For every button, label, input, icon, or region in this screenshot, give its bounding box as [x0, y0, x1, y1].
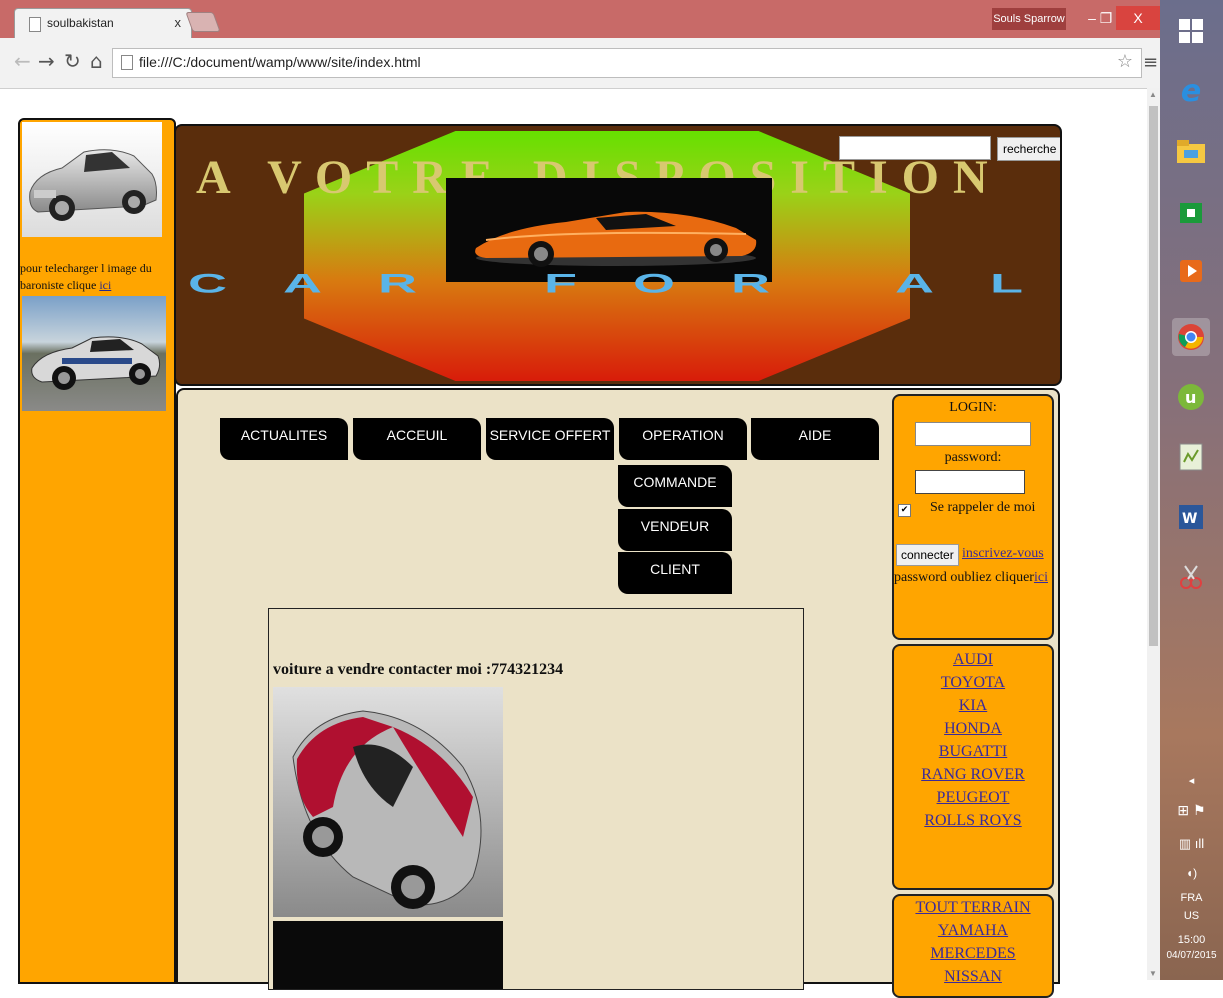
word-icon[interactable]: W: [1172, 498, 1210, 536]
action-center-icon[interactable]: ⊞ ⚑: [1160, 802, 1223, 819]
bookmark-star-icon[interactable]: ☆: [1117, 51, 1133, 72]
race-car-image: [22, 296, 166, 411]
brand-link-rolls-roys[interactable]: ROLLS ROYS: [894, 809, 1052, 832]
menu-icon[interactable]: ≡: [1143, 52, 1158, 73]
brand-link-kia[interactable]: KIA: [894, 694, 1052, 717]
brand-link-nissan[interactable]: NISSAN: [894, 965, 1052, 988]
address-bar[interactable]: file:///C:/document/wamp/www/site/index.…: [112, 48, 1142, 78]
download-text: pour telecharger l image du baroniste cl…: [20, 260, 170, 294]
nav-acceuil[interactable]: ACCEUIL: [353, 418, 481, 460]
forgot-password-text: password oubliez cliquerici: [894, 570, 1048, 586]
remember-label: Se rappeler de moi: [930, 500, 1036, 515]
submenu-client[interactable]: CLIENT: [618, 552, 732, 594]
download-text-label: pour telecharger l image du baroniste cl…: [20, 261, 152, 292]
tab-close-icon[interactable]: x: [175, 15, 182, 30]
volume-icon[interactable]: ◖): [1160, 866, 1223, 880]
search-input[interactable]: [839, 136, 991, 160]
notepad-plus-icon[interactable]: [1172, 438, 1210, 476]
mercedes-sedan-image: [22, 122, 162, 237]
clock-date[interactable]: 04/07/2015: [1160, 950, 1223, 961]
left-sidebar: pour telecharger l image du baroniste cl…: [18, 118, 176, 984]
nav-actualites[interactable]: ACTUALITES: [220, 418, 348, 460]
nav-aide[interactable]: AIDE: [751, 418, 879, 460]
download-link[interactable]: ici: [99, 278, 111, 292]
submenu-vendeur[interactable]: VENDEUR: [618, 509, 732, 551]
region-indicator[interactable]: US: [1160, 910, 1223, 922]
internet-explorer-icon[interactable]: e: [1172, 72, 1210, 110]
scroll-down-icon[interactable]: ▼: [1149, 969, 1157, 978]
forward-arrow-icon[interactable]: →: [38, 49, 55, 73]
browser-toolbar: ← → ↻ ⌂ file:///C:/document/wamp/www/sit…: [0, 38, 1160, 89]
brand-link-audi[interactable]: AUDI: [894, 648, 1052, 671]
page-icon: [121, 55, 133, 70]
tab-title: soulbakistan: [47, 16, 114, 30]
windows-start-icon[interactable]: [1172, 12, 1210, 50]
brand-link-mercedes[interactable]: MERCEDES: [894, 942, 1052, 965]
brand-link-peugeot[interactable]: PEUGEOT: [894, 786, 1052, 809]
profile-button[interactable]: Souls Sparrow: [992, 8, 1066, 30]
close-button[interactable]: X: [1116, 6, 1160, 30]
forgot-label: password oubliez cliquer: [894, 570, 1034, 585]
main-content: ACTUALITES ACCEUIL SERVICE OFFERT OPERAT…: [176, 388, 1060, 998]
nav-service-offert[interactable]: SERVICE OFFERT: [486, 418, 614, 460]
brand-link-tout-terrain[interactable]: TOUT TERRAIN: [894, 896, 1052, 919]
svg-text:u: u: [1185, 388, 1196, 407]
network-icon[interactable]: ▥ ıll: [1160, 836, 1223, 852]
url-text: file:///C:/document/wamp/www/site/index.…: [139, 54, 421, 70]
header-banner: A VOTRE DISPOSITION CAR FOR ALL recherch…: [174, 124, 1062, 386]
home-icon[interactable]: ⌂: [90, 49, 103, 73]
listing-title: voiture a vendre contacter moi :77432123…: [273, 661, 564, 678]
snipping-tool-icon[interactable]: [1172, 558, 1210, 596]
brand-list-panel: AUDI TOYOTA KIA HONDA BUGATTI RANG ROVER…: [892, 644, 1054, 890]
submenu-commande[interactable]: COMMANDE: [618, 465, 732, 507]
language-indicator[interactable]: FRA: [1160, 892, 1223, 904]
mclaren-thumbnail: [273, 921, 503, 989]
mclaren-banner-image: [446, 178, 772, 282]
login-panel: LOGIN: password: ✔ Se rappeler de moi co…: [892, 394, 1054, 640]
scroll-up-icon[interactable]: ▲: [1149, 90, 1157, 99]
tray-expand-icon[interactable]: ◂: [1160, 774, 1223, 787]
nav-operation[interactable]: OPERATION: [619, 418, 747, 460]
new-tab-button[interactable]: [185, 12, 221, 32]
brand-list-panel-2: TOUT TERRAIN YAMAHA MERCEDES NISSAN: [892, 894, 1054, 998]
browser-titlebar: soulbakistan x Souls Sparrow – ❐ X: [0, 0, 1160, 39]
store-icon[interactable]: [1172, 192, 1210, 230]
password-input[interactable]: [915, 470, 1025, 494]
media-player-icon[interactable]: [1172, 252, 1210, 290]
clock-time[interactable]: 15:00: [1160, 934, 1223, 946]
chrome-icon[interactable]: [1172, 318, 1210, 356]
svg-text:W: W: [1182, 511, 1197, 527]
signup-link[interactable]: inscrivez-vous: [962, 546, 1044, 562]
reload-icon[interactable]: ↻: [64, 49, 81, 73]
search-button[interactable]: recherche: [997, 137, 1060, 161]
brand-link-yamaha[interactable]: YAMAHA: [894, 919, 1052, 942]
page-icon: [29, 17, 41, 32]
banner-subtitle: CAR FOR ALL: [188, 268, 1060, 299]
windows-taskbar: e u W ◂ ⊞ ⚑ ▥ ıll ◖) FRA US 15:00 04/07/…: [1160, 0, 1223, 980]
utorrent-icon[interactable]: u: [1172, 378, 1210, 416]
brand-link-honda[interactable]: HONDA: [894, 717, 1052, 740]
sale-listing-box: voiture a vendre contacter moi :77432123…: [268, 608, 804, 990]
scroll-thumb[interactable]: [1149, 106, 1158, 646]
remember-checkbox[interactable]: ✔: [898, 504, 911, 517]
browser-tab[interactable]: soulbakistan x: [14, 8, 192, 39]
bugatti-image: [273, 687, 503, 917]
page-scrollbar[interactable]: ▲ ▼: [1147, 88, 1160, 980]
login-label: LOGIN:: [949, 400, 997, 415]
file-explorer-icon[interactable]: [1172, 132, 1210, 170]
login-input[interactable]: [915, 422, 1031, 446]
brand-link-toyota[interactable]: TOYOTA: [894, 671, 1052, 694]
brand-link-rang-rover[interactable]: RANG ROVER: [894, 763, 1052, 786]
brand-link-bugatti[interactable]: BUGATTI: [894, 740, 1052, 763]
forgot-password-link[interactable]: ici: [1034, 570, 1048, 585]
back-arrow-icon[interactable]: ←: [14, 49, 31, 73]
password-label: password:: [944, 450, 1002, 465]
connect-button[interactable]: connecter: [896, 544, 959, 566]
